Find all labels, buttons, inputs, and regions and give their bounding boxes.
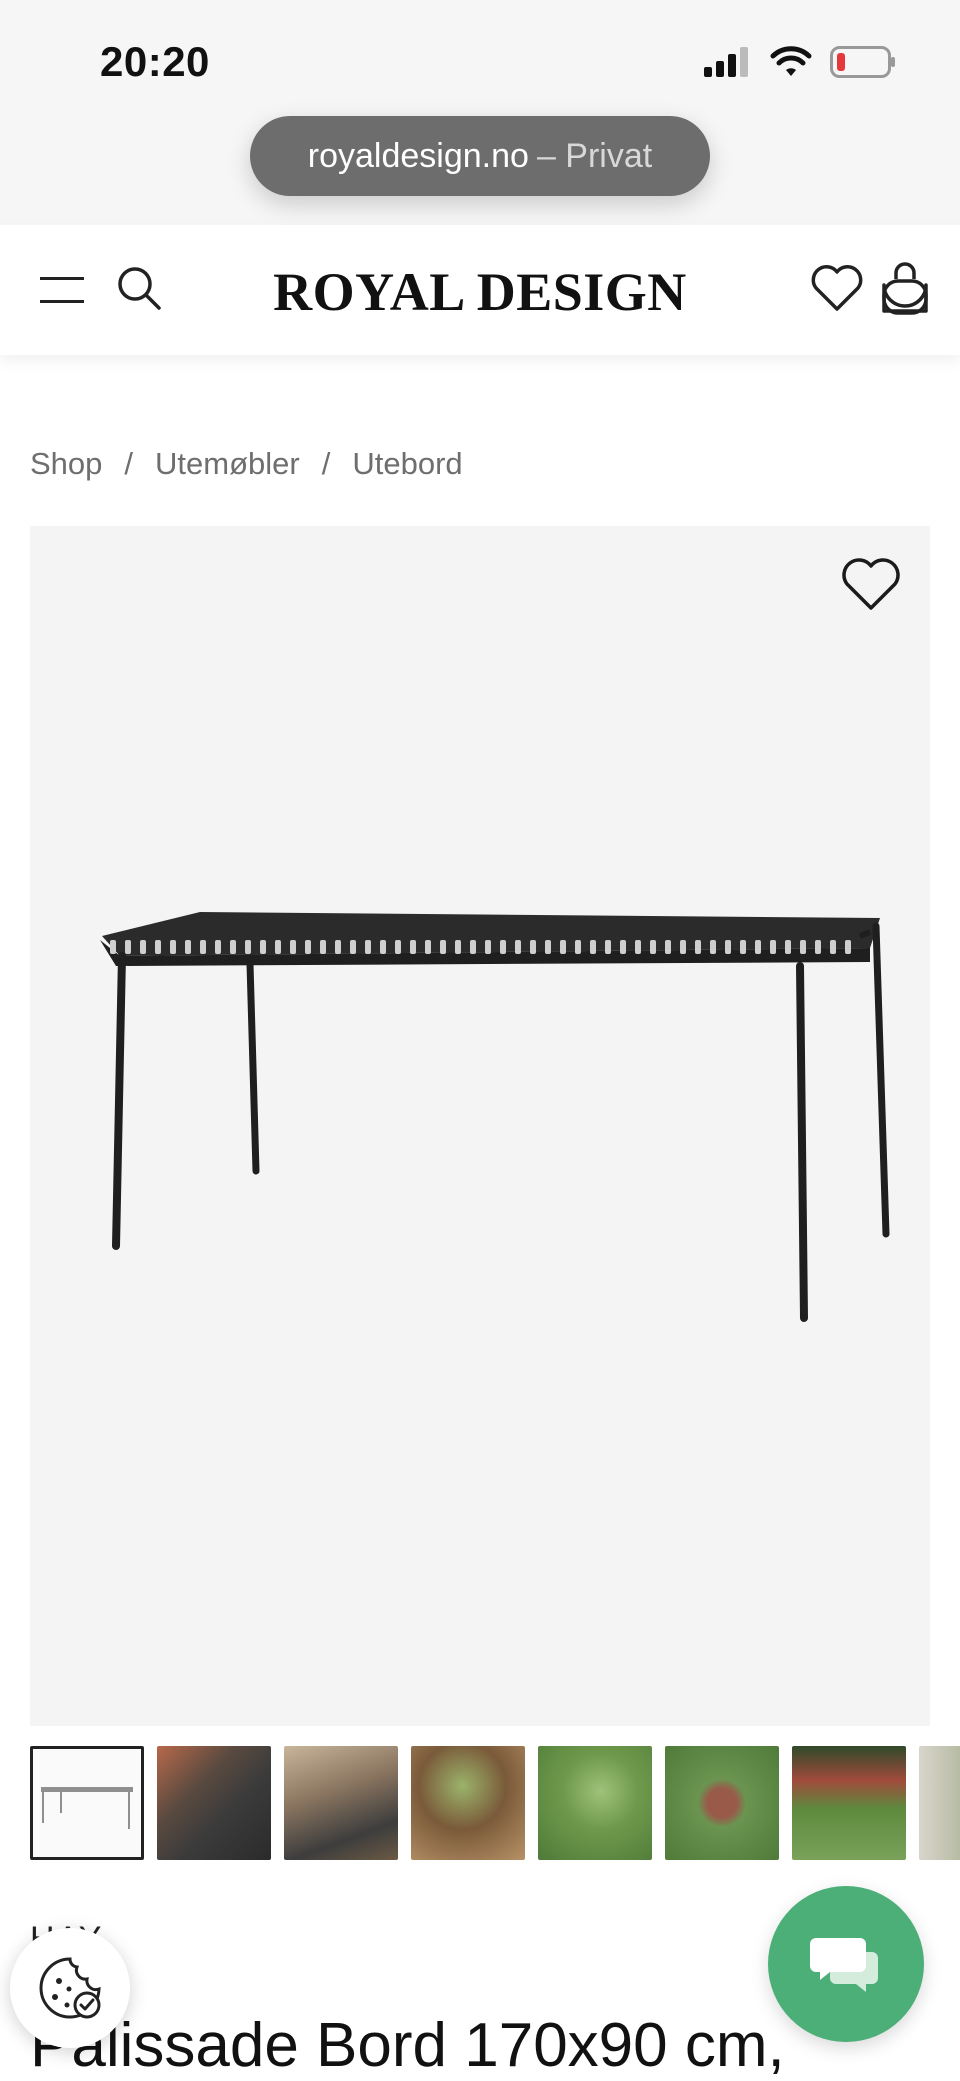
cookie-settings-button[interactable] [10, 1928, 130, 2048]
breadcrumb-utemobler[interactable]: Utemøbler [155, 446, 300, 482]
signal-icon [704, 47, 748, 77]
thumbnail-1[interactable] [30, 1746, 144, 1860]
thumbnail-strip [30, 1746, 960, 1860]
cookie-icon [39, 1957, 101, 2019]
breadcrumb-shop[interactable]: Shop [30, 446, 102, 482]
thumbnail-table-image [41, 1787, 133, 1829]
breadcrumb: Shop / Utemøbler / Utebord [30, 446, 463, 482]
product-image [100, 912, 890, 1322]
status-time: 20:20 [100, 38, 210, 85]
thumbnail-8[interactable] [919, 1746, 960, 1860]
status-bar: 20:20 royaldesign.no – Privat [0, 0, 960, 225]
add-to-wishlist-icon[interactable] [840, 556, 902, 612]
wifi-icon [770, 46, 812, 76]
thumbnail-4[interactable] [411, 1746, 525, 1860]
url-domain: royaldesign.no [307, 136, 529, 175]
product-image-gallery[interactable] [30, 526, 930, 1726]
chat-bubble-icon [810, 1938, 878, 1992]
breadcrumb-separator: / [124, 446, 134, 481]
thumbnail-7[interactable] [792, 1746, 906, 1860]
thumbnail-5[interactable] [538, 1746, 652, 1860]
site-header: ROYAL DESIGN [0, 225, 960, 355]
thumbnail-6[interactable] [665, 1746, 779, 1860]
url-bar[interactable]: royaldesign.no – Privat [250, 116, 710, 196]
product-title: Palissade Bord 170x90 cm, [30, 2011, 785, 2080]
chat-button[interactable] [768, 1886, 924, 2042]
status-icons [704, 46, 896, 78]
thumbnail-2[interactable] [157, 1746, 271, 1860]
private-mode-label: – Privat [536, 136, 653, 175]
thumbnail-3[interactable] [284, 1746, 398, 1860]
wishlist-icon[interactable] [810, 263, 864, 313]
shopping-bag-icon[interactable] [880, 261, 930, 317]
battery-icon [830, 46, 895, 78]
breadcrumb-separator: / [321, 446, 331, 481]
breadcrumb-utebord[interactable]: Utebord [352, 446, 462, 482]
